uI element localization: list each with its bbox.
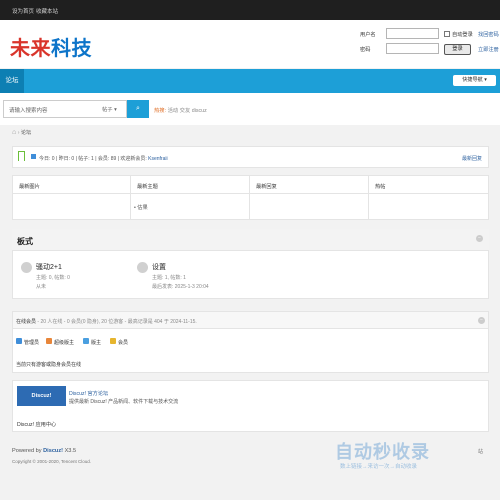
legend-member: 会员 [118,340,129,346]
breadcrumb: ⌂ › 论坛 [12,129,32,136]
forum-link[interactable]: 设置 [152,262,166,272]
search-icon: ⌕ [136,105,140,112]
watermark-subtitle: 数上链接→来访一次→自动收录 [340,464,418,470]
search-type-select[interactable]: 帖子 ▾ [102,105,117,113]
powered-text: Powered by [12,448,42,454]
password-label: 密码 [360,47,371,53]
search-bar: 请输入搜索内容 帖子 ▾ ⌕ 热搜: 活动 交友 discuz [0,93,500,125]
forum-link[interactable]: 骚动2+1 [36,262,62,272]
breadcrumb-current[interactable]: 论坛 [21,130,31,136]
legend-super-mod: 超级版主 [54,340,75,346]
hot-word[interactable]: discuz [192,108,207,114]
tab-latest-replies[interactable]: 最新回复 [256,183,277,190]
friend-link-desc: 提供最新 Discuz! 产品新闻、软件下载与技术交流 [69,399,179,405]
username-label: 用户名 [360,32,376,38]
search-type-label: 帖子 [102,107,113,113]
forum-icon [21,262,32,273]
top-bar: 设为首页 收藏本站 [0,0,500,20]
forum-section-header: 板式 − [12,229,489,251]
nav-tab-forum[interactable]: 论坛 [0,69,24,93]
tab-latest-topics[interactable]: 最新主题 [137,183,158,190]
forum-counts: 主题: 0, 帖数: 0 [36,275,70,281]
search-button[interactable]: ⌕ [127,100,149,118]
friend-link[interactable]: Discuz! 官方论坛 [69,390,108,397]
divider [130,176,131,219]
legend-mod: 版主 [91,340,102,346]
links-section [12,380,489,432]
collapse-icon[interactable]: − [476,235,483,242]
stat-yesterday: 昨日: 0 [58,156,75,162]
grid-header-row [13,176,488,194]
tab-hot-posts[interactable]: 热帖 [375,183,385,190]
stat-posts: 帖子: 1 [78,156,94,162]
bookmark-icon [18,151,25,161]
home-icon[interactable]: ⌂ [12,129,16,136]
auto-login-label: 自动登录 [452,32,473,38]
footer-right-link[interactable]: 站 [478,448,483,455]
logo-part-1: 未来 [10,38,51,60]
section-title: 板式 [17,237,33,246]
search-input[interactable]: 请输入搜索内容 帖子 ▾ [3,100,127,118]
login-button[interactable]: 登录 [444,44,471,55]
watermark: 自动秒收录 [335,442,430,462]
welcome-label: 欢迎新会员: [120,156,147,162]
latest-topic-item[interactable]: • 估果 [134,204,148,211]
forgot-password-link[interactable]: 找回密码 [478,31,499,38]
set-home-link[interactable]: 设为首页 [12,7,34,15]
app-center-link[interactable]: Discuz! 应用中心 [17,421,56,428]
latest-reply-link[interactable]: 最新回复 [462,155,482,162]
hot-word[interactable]: 活动 [168,108,179,114]
admin-icon [16,338,22,344]
online-title: 在线会员 - 20 人在线 - 0 会员(0 隐身), 20 位游客 - 最高记… [16,318,197,325]
bookmark-link[interactable]: 收藏本站 [36,7,58,15]
product-link[interactable]: Discuz! [43,448,63,454]
username-input[interactable] [386,28,439,39]
hot-word[interactable]: 交友 [180,108,191,114]
stat-members: 会员: 89 [97,156,117,162]
forum-stats: 今日: 0 | 昨日: 0 | 帖子: 1 | 会员: 89 | 欢迎新会员: … [39,156,168,162]
search-placeholder: 请输入搜索内容 [9,108,48,114]
super-mod-icon [46,338,52,344]
logo-part-2: 科技 [51,38,92,60]
calendar-icon [31,154,36,159]
auto-login-checkbox[interactable] [444,31,450,37]
quick-nav-button[interactable]: 快捷导航 ▾ [453,75,496,86]
forum-last-post[interactable]: 最后发表: 2025-1-3 20:04 [152,283,209,290]
new-member-link[interactable]: Ksenfraii [148,156,167,162]
mod-icon [83,338,89,344]
divider [249,176,250,219]
member-icon [110,338,116,344]
caret-down-icon: ▾ [484,77,487,83]
online-note: 当前只有游客或隐身会员在线 [16,362,82,368]
register-link[interactable]: 立即注册 [478,46,499,53]
forum-counts: 主题: 1, 帖数: 1 [152,275,186,281]
legend-admin: 管理员 [24,340,40,346]
hot-search: 热搜: 活动 交友 discuz [154,106,207,114]
hot-search-label: 热搜: [154,108,167,114]
forum-last-post: 从未 [36,284,47,290]
copyright: Copyright © 2001-2020, Tencent Cloud. [12,459,92,464]
discuz-logo-image[interactable]: Discuz! [17,386,66,406]
online-title-text[interactable]: 在线会员 [16,319,36,325]
forum-icon [137,262,148,273]
divider [368,176,369,219]
main-nav: 论坛 快捷导航 ▾ [0,69,500,93]
stat-today: 今日: 0 [39,156,55,162]
quick-nav-label: 快捷导航 [462,77,483,83]
password-input[interactable] [386,43,439,54]
tab-latest-images[interactable]: 最新图片 [19,183,40,190]
site-logo[interactable]: 未来科技 [10,32,92,61]
version-text: X3.5 [64,448,77,454]
online-detail: - 20 人在线 - 0 会员(0 隐身), 20 位游客 - 最高记录是 40… [37,319,197,325]
powered-by: Powered by Discuz! X3.5 [12,448,76,454]
collapse-icon[interactable]: − [478,317,485,324]
